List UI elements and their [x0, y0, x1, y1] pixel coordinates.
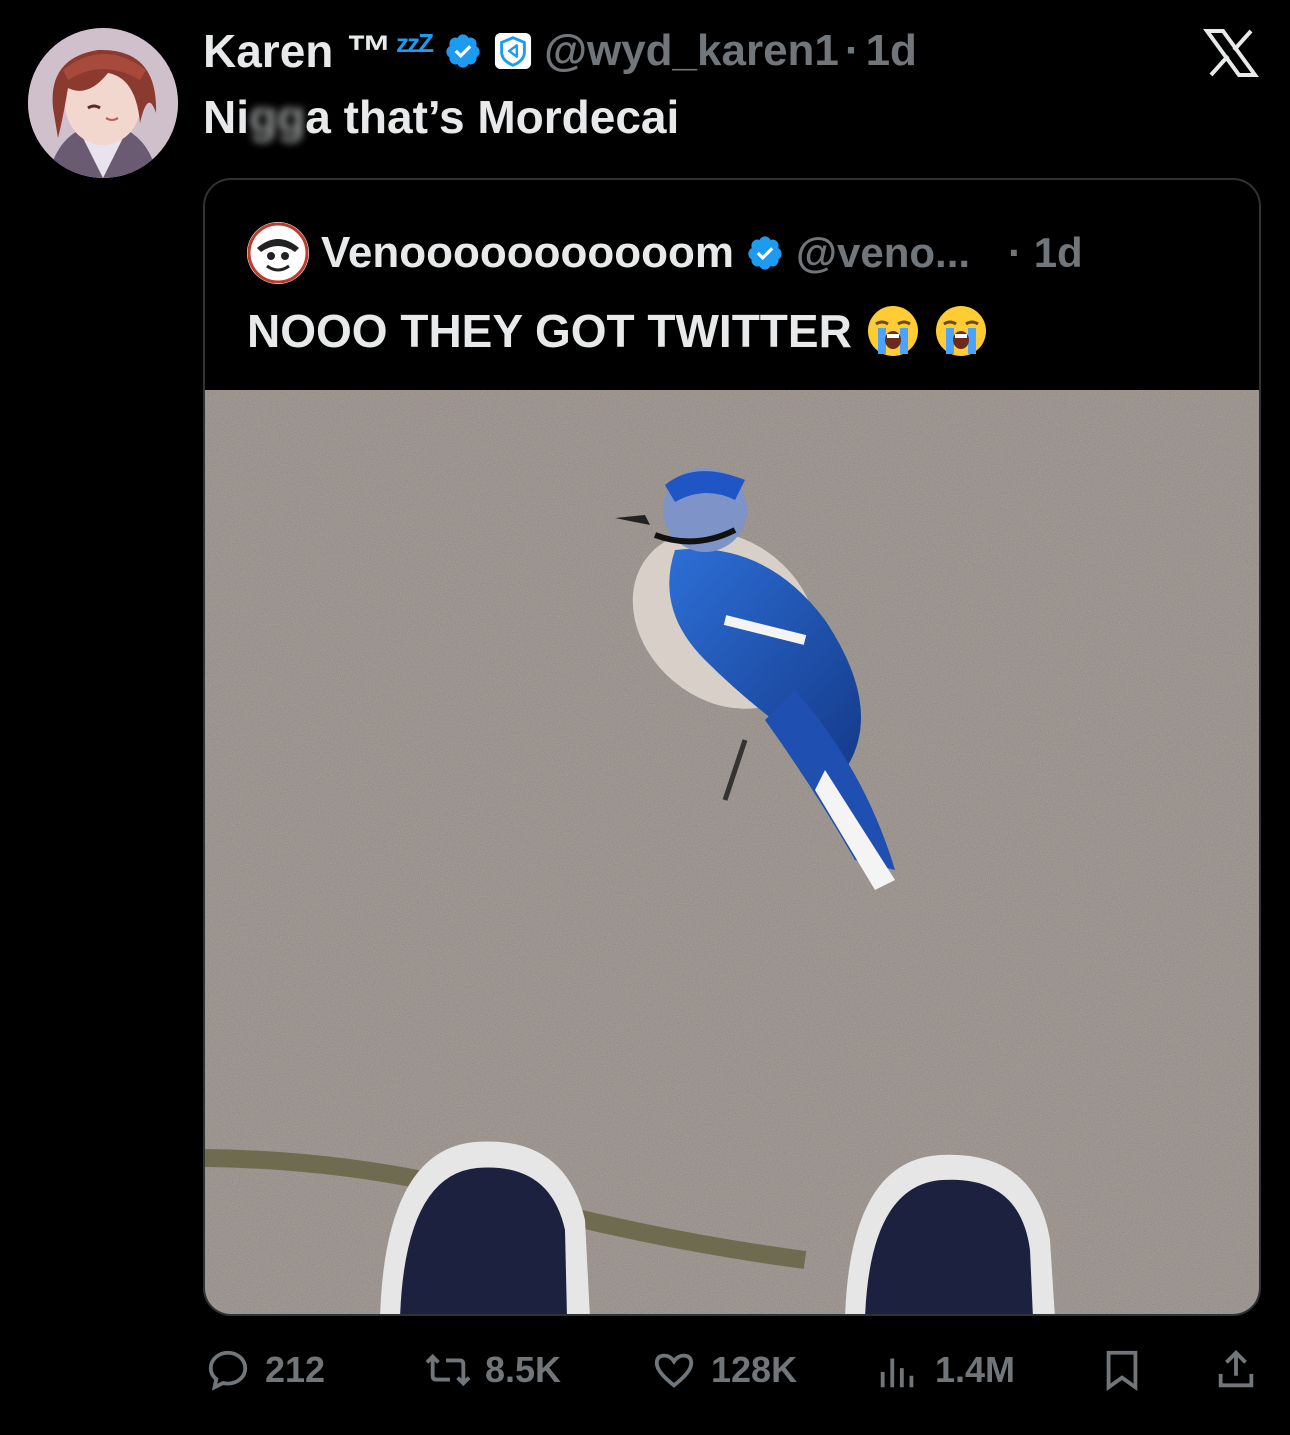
quoted-tweet-text: NOOO THEY GOT TWITTER — [247, 305, 852, 357]
tweet-header: Karen ™ zzZ @wyd_karen1 · 1d — [203, 22, 917, 80]
quoted-tweet-timestamp[interactable]: · 1d — [1008, 229, 1083, 277]
bookmark-icon — [1106, 1350, 1138, 1391]
quoted-author-avatar[interactable] — [247, 222, 309, 284]
affiliate-shield-icon[interactable] — [494, 32, 532, 70]
loudly-crying-face-emoji — [866, 304, 920, 358]
bookmark-button[interactable] — [1099, 1340, 1145, 1400]
quoted-tweet-text-row: NOOO THEY GOT TWITTER — [247, 304, 988, 358]
share-button[interactable] — [1213, 1340, 1259, 1400]
tweet-text: Nigga that’s Mordecai — [203, 90, 679, 144]
censored-word-fragment: gg — [249, 91, 306, 143]
share-icon — [1218, 1350, 1254, 1388]
like-count: 128K — [711, 1349, 798, 1390]
like-button[interactable]: 128K — [651, 1340, 797, 1400]
tweet-text-rest: a that’s Mordecai — [305, 91, 680, 143]
heart-icon — [654, 1353, 694, 1388]
reply-count: 212 — [265, 1349, 326, 1390]
quoted-verified-badge-icon — [746, 234, 784, 272]
quoted-author-handle[interactable]: @veno... — [796, 229, 970, 277]
quoted-tweet-image[interactable] — [205, 390, 1259, 1314]
repost-count: 8.5K — [485, 1349, 562, 1390]
reply-button[interactable]: 212 — [205, 1340, 325, 1400]
repost-icon — [425, 1353, 471, 1387]
separator-dot: · — [844, 26, 860, 75]
name-decoration: zzZ — [396, 27, 434, 58]
quoted-tweet-card[interactable]: Venooooooooooom @veno... · 1d NOOO THEY … — [203, 178, 1261, 1316]
reply-icon — [208, 1350, 248, 1391]
author-avatar[interactable] — [28, 28, 178, 178]
repost-button[interactable]: 8.5K — [425, 1340, 561, 1400]
verified-badge-icon — [444, 32, 482, 70]
author-display-name[interactable]: Karen ™ — [203, 24, 392, 78]
quoted-author-display-name[interactable]: Venooooooooooom — [321, 228, 734, 278]
views-button[interactable]: 1.4M — [875, 1340, 1015, 1400]
tweet-timestamp[interactable]: 1d — [866, 26, 917, 75]
x-logo-icon — [1203, 28, 1259, 78]
author-handle[interactable]: @wyd_karen1 — [544, 26, 839, 75]
tweet-text-prefix: Ni — [203, 91, 249, 143]
loudly-crying-face-emoji — [934, 304, 988, 358]
action-bar: 212 8.5K 128K 1.4M — [203, 1340, 1261, 1400]
view-count: 1.4M — [935, 1349, 1016, 1390]
quoted-tweet-header: Venooooooooooom @veno... · 1d — [247, 222, 1083, 284]
views-chart-icon — [880, 1358, 914, 1388]
